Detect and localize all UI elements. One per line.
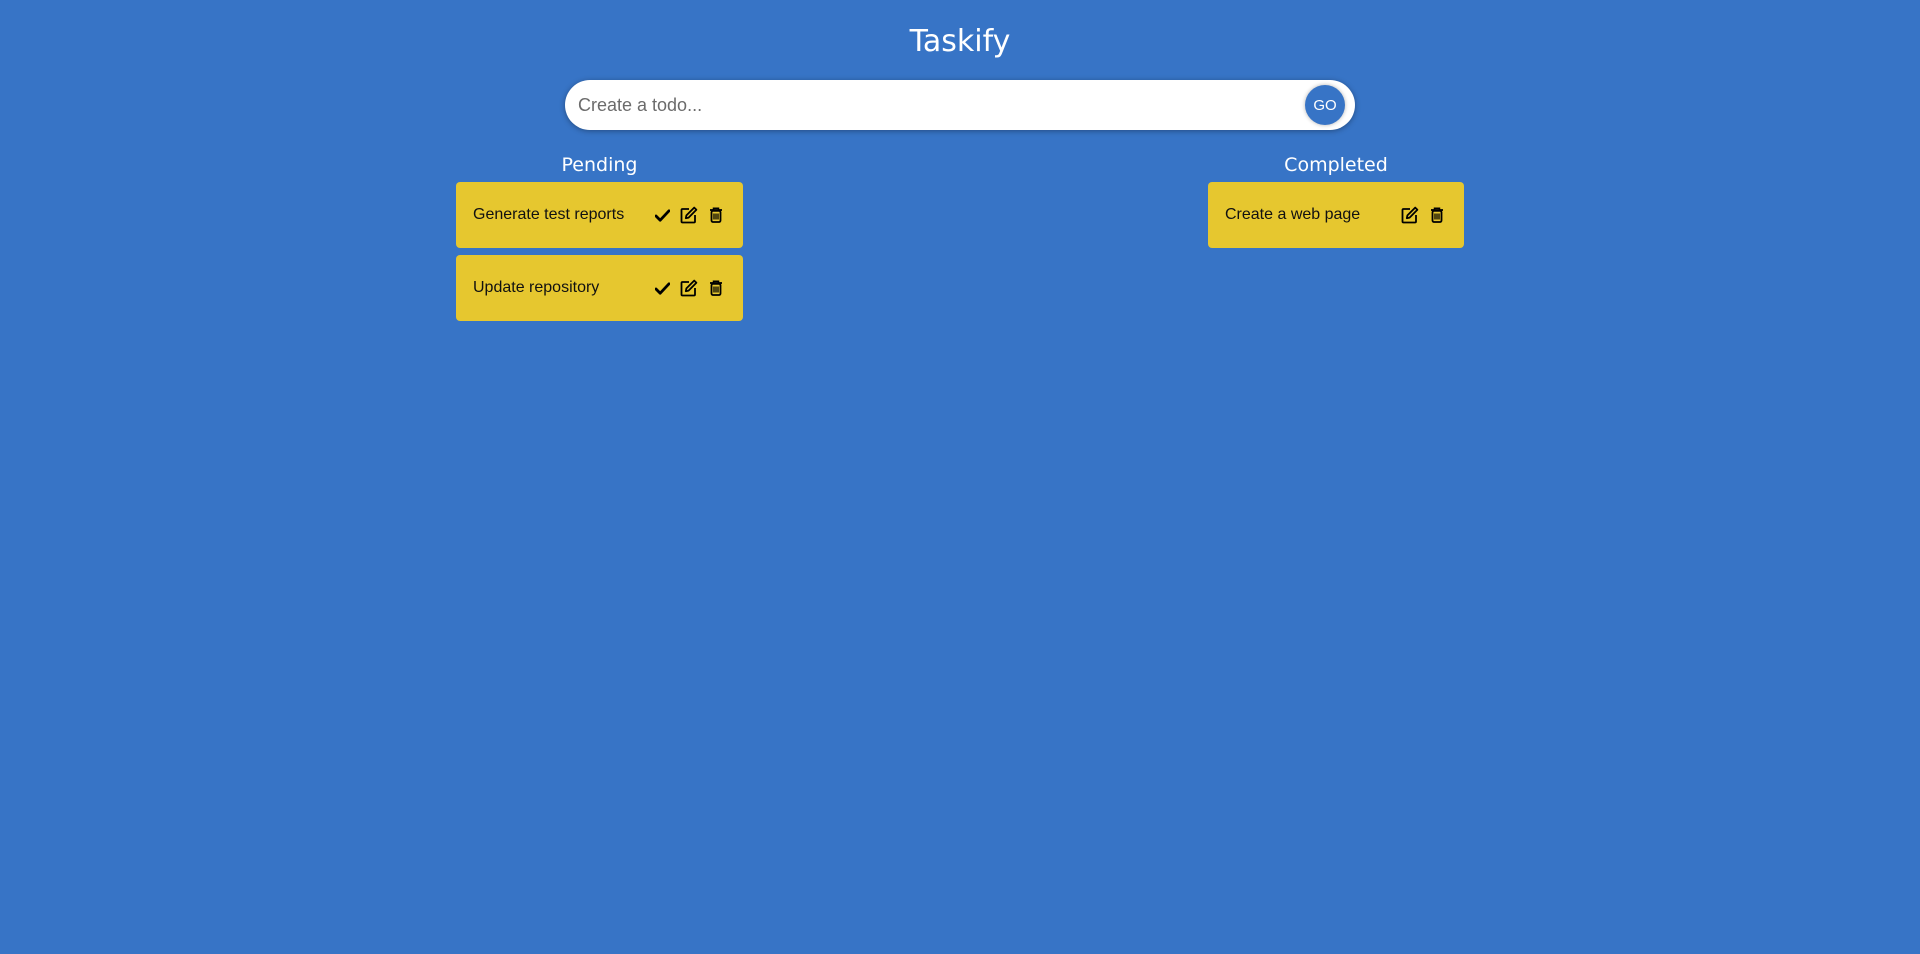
app-root: Taskify GO Pending Generate test reports… bbox=[0, 0, 1920, 954]
go-button[interactable]: GO bbox=[1305, 85, 1345, 125]
todo-text: Create a web page bbox=[1225, 206, 1361, 223]
todo-card[interactable]: Create a web page bbox=[1208, 182, 1464, 248]
edit-icon[interactable] bbox=[679, 278, 699, 298]
todo-text: Generate test reports bbox=[473, 206, 625, 223]
pending-heading: Pending bbox=[561, 154, 638, 176]
todo-input[interactable] bbox=[565, 80, 1265, 130]
todo-actions bbox=[645, 205, 726, 225]
pending-column: Pending Generate test reports Update rep… bbox=[456, 150, 743, 328]
todo-card[interactable]: Update repository bbox=[456, 255, 743, 321]
completed-column: Completed Create a web page bbox=[1208, 150, 1464, 255]
todo-text: Update repository bbox=[473, 279, 600, 296]
trash-icon[interactable] bbox=[706, 205, 726, 225]
trash-icon[interactable] bbox=[1427, 205, 1447, 225]
check-icon[interactable] bbox=[652, 278, 672, 298]
edit-icon[interactable] bbox=[679, 205, 699, 225]
todo-actions bbox=[1393, 205, 1447, 225]
todo-card[interactable]: Generate test reports bbox=[456, 182, 743, 248]
edit-icon[interactable] bbox=[1400, 205, 1420, 225]
todo-form: GO bbox=[565, 80, 1355, 130]
check-icon[interactable] bbox=[652, 205, 672, 225]
todo-actions bbox=[645, 278, 726, 298]
completed-heading: Completed bbox=[1284, 154, 1388, 176]
app-title: Taskify bbox=[909, 24, 1011, 59]
trash-icon[interactable] bbox=[706, 278, 726, 298]
